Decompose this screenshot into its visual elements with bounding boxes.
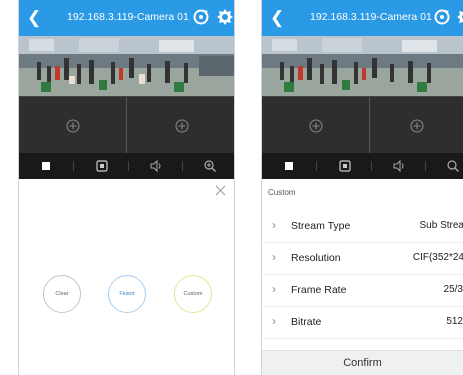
phone-right: ❮ 192.168.3.119-Camera 01 Custom › Strea… (261, 0, 463, 375)
stop-icon[interactable] (282, 159, 296, 173)
settings-icon[interactable] (216, 8, 234, 26)
add-channel-icon (410, 119, 424, 132)
camera-title: 192.168.3.119-Camera 01 (67, 11, 189, 23)
chevron-right-icon: › (272, 218, 276, 232)
custom-mode-label: Custom (183, 291, 203, 297)
empty-channel-slot[interactable] (262, 97, 370, 154)
empty-channel-slot[interactable] (19, 97, 127, 154)
control-bar (19, 153, 234, 179)
empty-channel-slot[interactable] (370, 97, 463, 154)
row-value: CIF(352*24 (412, 252, 463, 263)
row-value: 512 (446, 316, 463, 327)
back-icon[interactable]: ❮ (270, 9, 284, 27)
camera-title: 192.168.3.119-Camera 01 (310, 11, 432, 23)
camera-feed (19, 36, 234, 96)
bitrate-row[interactable]: › Bitrate 512 (262, 307, 463, 339)
row-label: Bitrate (291, 316, 322, 328)
confirm-button[interactable]: Confirm (262, 350, 463, 375)
speaker-icon[interactable] (149, 159, 163, 173)
fluent-mode-label: Fluent (119, 291, 135, 297)
settings-icon[interactable] (456, 8, 463, 26)
back-icon[interactable]: ❮ (27, 9, 41, 27)
custom-mode-button[interactable]: Custom (174, 275, 212, 313)
clear-mode-button[interactable]: Clear (43, 275, 81, 313)
phone-left: ❮ 192.168.3.119-Camera 01 Clear Fluent C… (18, 0, 235, 375)
channel-grid (262, 96, 463, 154)
speaker-icon[interactable] (392, 159, 406, 173)
row-value: 25/3 (443, 284, 463, 295)
zoom-icon[interactable] (203, 159, 217, 173)
chevron-right-icon: › (272, 282, 276, 296)
fluent-mode-button[interactable]: Fluent (108, 275, 146, 313)
top-bar: ❮ 192.168.3.119-Camera 01 (262, 0, 463, 36)
close-icon[interactable] (215, 185, 226, 196)
quality-icon[interactable] (338, 159, 352, 173)
refresh-icon[interactable] (433, 8, 451, 26)
camera-feed (262, 36, 463, 96)
stop-icon[interactable] (39, 159, 53, 173)
add-channel-icon (66, 119, 79, 132)
frame-rate-row[interactable]: › Frame Rate 25/3 (262, 275, 463, 307)
custom-header: Custom (268, 188, 296, 197)
stream-type-row[interactable]: › Stream Type Sub Strea (262, 211, 463, 243)
clear-mode-label: Clear (55, 291, 69, 297)
top-bar: ❮ 192.168.3.119-Camera 01 (19, 0, 234, 36)
refresh-icon[interactable] (192, 8, 210, 26)
empty-channel-slot[interactable] (127, 97, 234, 154)
chevron-right-icon: › (272, 250, 276, 264)
control-bar (262, 153, 463, 179)
row-label: Resolution (291, 252, 341, 264)
chevron-right-icon: › (272, 314, 276, 328)
channel-grid (19, 96, 234, 154)
add-channel-icon (175, 119, 188, 132)
add-channel-icon (309, 119, 322, 132)
zoom-icon[interactable] (446, 159, 460, 173)
quality-icon[interactable] (95, 159, 109, 173)
resolution-row[interactable]: › Resolution CIF(352*24 (262, 243, 463, 275)
row-label: Frame Rate (291, 284, 347, 296)
row-label: Stream Type (291, 220, 351, 232)
row-value: Sub Strea (419, 220, 463, 231)
